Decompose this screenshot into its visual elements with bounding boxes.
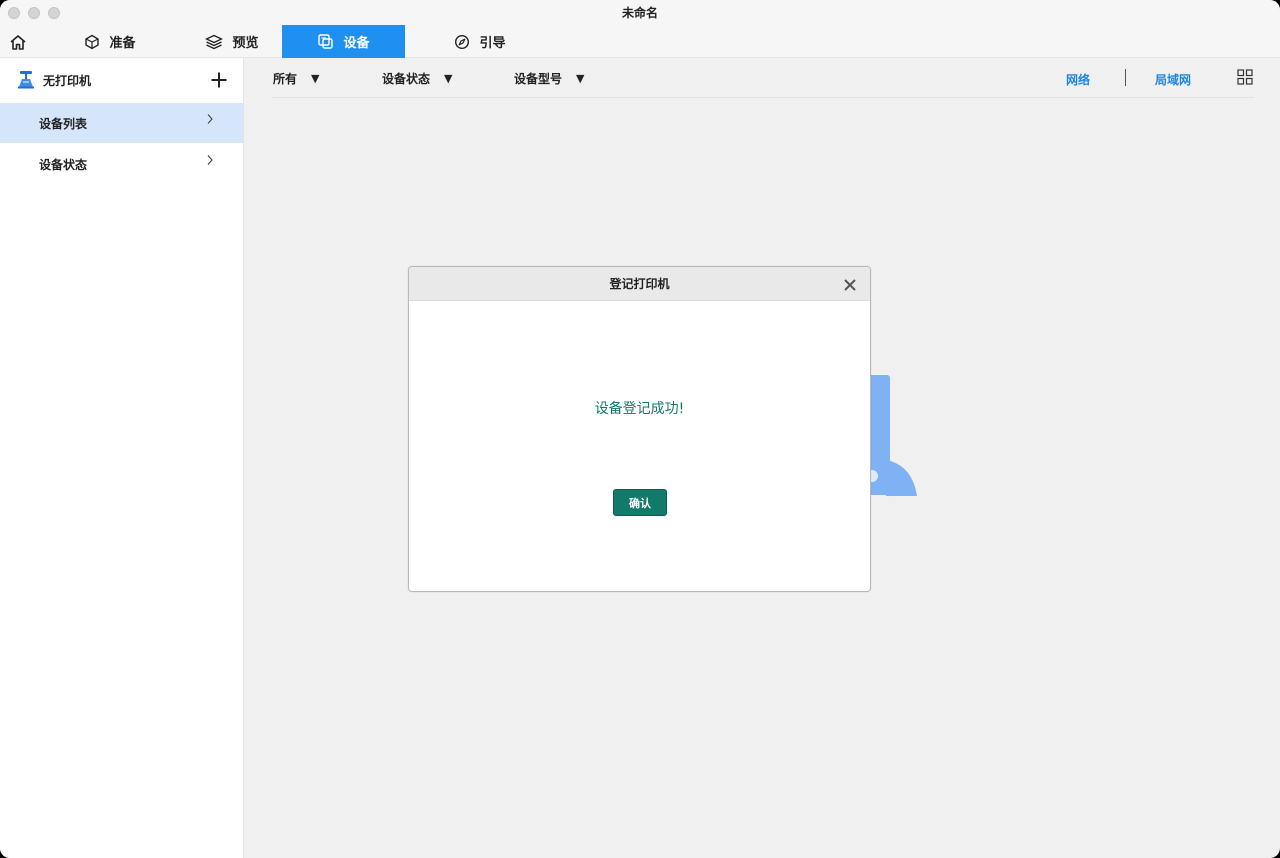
dialog-close-button[interactable] (843, 277, 857, 291)
sidebar-title: 无打印机 (43, 74, 92, 88)
dropdown-arrow-icon: ▼ (311, 72, 320, 85)
dropdown-arrow-icon: ▼ (576, 72, 585, 85)
sidebar-item-label: 设备状态 (39, 157, 88, 172)
home-icon (10, 34, 26, 50)
zoom-window-button[interactable] (48, 7, 60, 19)
grid-view-icon (1237, 69, 1253, 85)
filter-label: 设备状态 (382, 72, 431, 86)
confirm-button[interactable]: 确认 (613, 489, 667, 516)
home-button[interactable] (7, 32, 29, 52)
compass-icon (455, 34, 470, 49)
tab-bar: 准备 预览 设备 引导 (0, 25, 1280, 58)
tab-device[interactable]: 设备 (282, 25, 405, 58)
dialog-message: 设备登记成功! (594, 401, 685, 417)
filter-label: 设备型号 (514, 72, 563, 86)
filter-status-dropdown[interactable]: 设备状态 ▼ (382, 70, 452, 87)
dropdown-arrow-icon: ▼ (444, 72, 453, 85)
filter-bar: 所有 ▼ 设备状态 ▼ 设备型号 ▼ 网络 局域网 (272, 58, 1254, 98)
chevron-right-icon (207, 155, 213, 165)
window-title: 未命名 (621, 6, 658, 20)
sidebar: 无打印机 设备列表 设备状态 (0, 58, 244, 858)
sidebar-item-label: 设备列表 (39, 116, 88, 131)
link-divider (1125, 69, 1126, 86)
filter-all-dropdown[interactable]: 所有 ▼ (273, 70, 319, 87)
title-bar: 未命名 (0, 0, 1280, 25)
close-icon (844, 279, 856, 291)
device-icon (318, 34, 334, 49)
sidebar-item-device-list[interactable]: 设备列表 (0, 103, 243, 143)
chevron-right-icon (207, 114, 213, 124)
minimize-window-button[interactable] (28, 7, 40, 19)
tab-label: 设备 (343, 36, 370, 51)
tab-guide[interactable]: 引导 (430, 25, 530, 58)
dialog-title: 登记打印机 (609, 277, 670, 291)
plus-icon (211, 72, 227, 88)
lan-link[interactable]: 局域网 (1155, 71, 1191, 88)
tab-label: 准备 (109, 36, 136, 51)
tab-prepare[interactable]: 准备 (60, 25, 160, 58)
add-printer-button[interactable] (208, 69, 230, 91)
grid-view-button[interactable] (1237, 69, 1253, 89)
cube-icon (85, 34, 100, 49)
printer-icon (18, 71, 34, 89)
tab-preview[interactable]: 预览 (182, 25, 282, 58)
tab-label: 预览 (232, 36, 259, 51)
window-controls (8, 7, 60, 19)
close-window-button[interactable] (8, 7, 20, 19)
sidebar-header: 无打印机 (0, 58, 244, 100)
filter-label: 所有 (273, 72, 298, 86)
filter-model-dropdown[interactable]: 设备型号 ▼ (514, 70, 584, 87)
layers-icon (205, 34, 224, 49)
app-window: 未命名 准备 预览 设备 引导 无打印机 设备列表 设备状态 所有 ▼ 设备状态… (0, 0, 1280, 858)
dialog-header: 登记打印机 (409, 267, 870, 301)
network-link[interactable]: 网络 (1066, 71, 1090, 88)
register-printer-dialog: 登记打印机 设备登记成功! 确认 (408, 266, 871, 592)
tab-label: 引导 (479, 36, 506, 51)
sidebar-item-device-status[interactable]: 设备状态 (0, 144, 243, 184)
